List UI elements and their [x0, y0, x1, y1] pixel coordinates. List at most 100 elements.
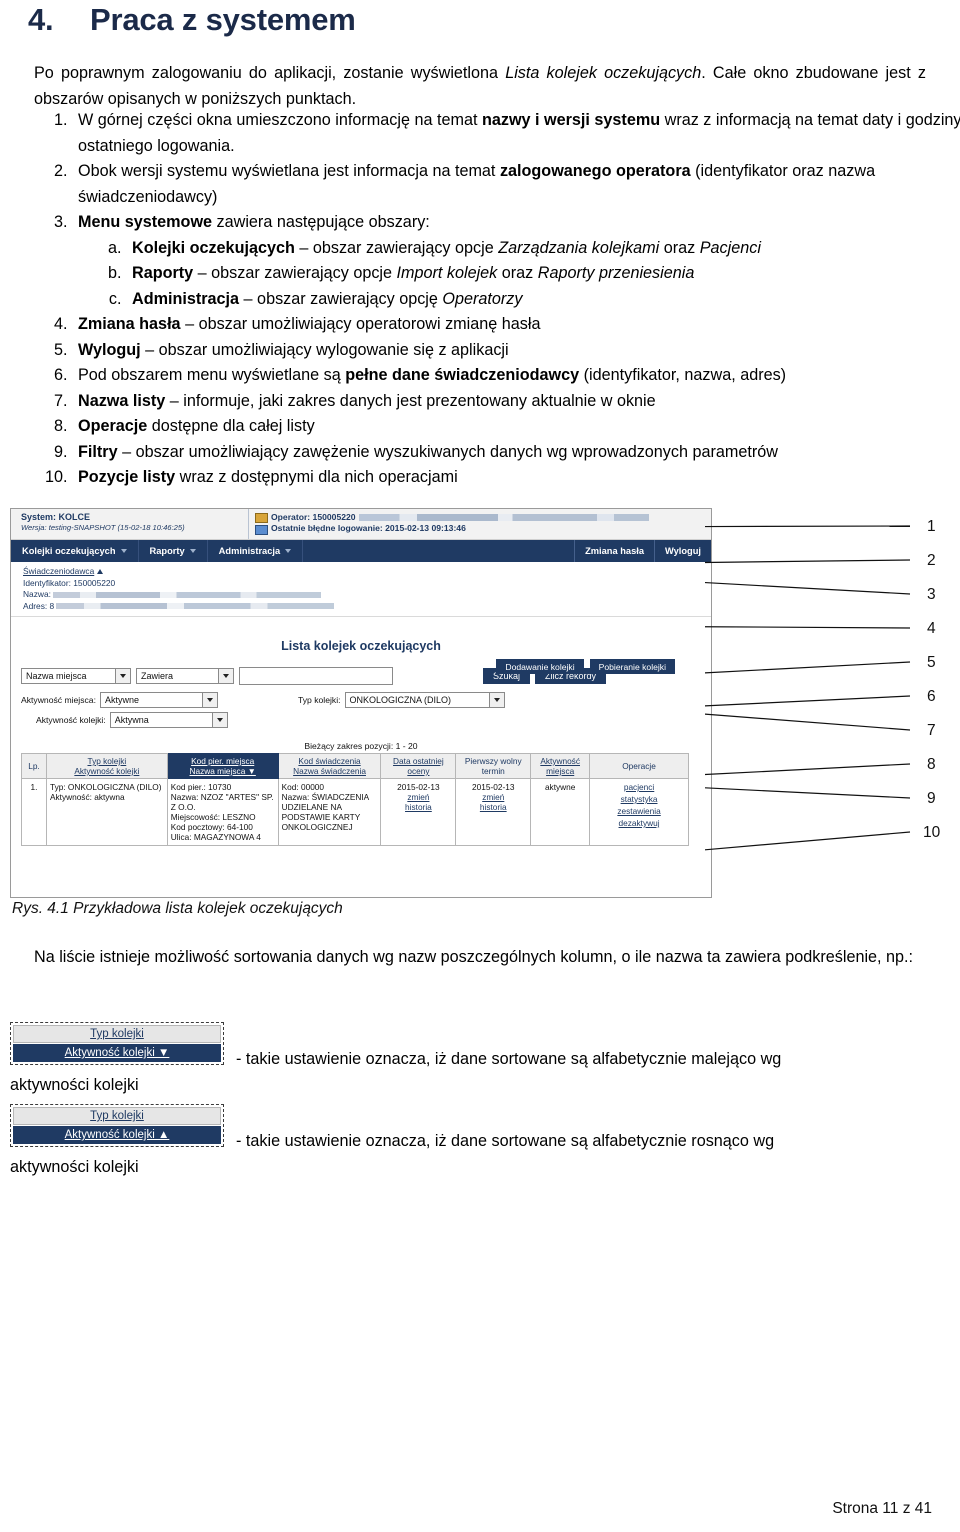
place-activity-filter: Aktywność miejsca: Aktywne Typ kolejki: …: [21, 692, 711, 708]
place-activity-select[interactable]: Aktywne: [99, 692, 218, 708]
column-header-service[interactable]: Kod świadczenia Nazwa świadczenia: [277, 753, 382, 779]
queue-type-select[interactable]: ONKOLOGICZNA (DILO): [344, 692, 505, 708]
sort-box-row-type[interactable]: Typ kolejki: [13, 1025, 221, 1043]
last-failed-login: Ostatnie błędne logowanie: 2015-02-13 09…: [271, 523, 466, 533]
filter-value-input[interactable]: [239, 667, 393, 685]
summaries-link[interactable]: zestawienia: [593, 806, 685, 816]
change-link[interactable]: zmień: [384, 792, 452, 802]
sorting-intro: Na liście istnieje możliwość sortowania …: [34, 948, 914, 966]
sort-ascending-text: - takie ustawienie oznacza, iż dane sort…: [236, 1132, 775, 1150]
list-item: Kolejki oczekujących – obszar zawierając…: [126, 236, 960, 262]
column-header-place-activity[interactable]: Aktywność miejsca: [530, 753, 591, 779]
sort-box-row-activity[interactable]: Aktywność kolejki ▲: [13, 1126, 221, 1144]
redacted-provider-name: [52, 591, 321, 598]
history-link[interactable]: historia: [384, 802, 452, 812]
statistics-link[interactable]: statystyka: [593, 794, 685, 804]
list-item: Obok wersji systemu wyświetlana jest inf…: [72, 159, 960, 210]
range-label: Bieżący zakres pozycji: 1 - 20: [304, 741, 418, 751]
callout-number-1: 1: [927, 518, 936, 535]
sort-header-box: Typ kolejki Aktywność kolejki ▲: [10, 1104, 224, 1147]
chevron-down-icon: [115, 669, 130, 683]
change-link[interactable]: zmień: [459, 792, 527, 802]
document-page: 4. Praca z systemem Po poprawnym zalogowa…: [0, 0, 960, 1532]
sort-box-row-activity[interactable]: Aktywność kolejki ▼: [13, 1044, 221, 1062]
redacted-provider-address: [56, 603, 335, 610]
page-title: 4. Praca z systemem: [28, 2, 356, 38]
queue-activity-select[interactable]: Aktywna: [109, 712, 228, 728]
list-item: Administracja – obszar zawierający opcję…: [126, 287, 960, 313]
menu-item-raporty[interactable]: Raporty: [139, 540, 208, 562]
download-queue-button[interactable]: Pobieranie kolejki: [589, 659, 675, 674]
operator-icon: [255, 513, 268, 535]
menu-item-label: Raporty: [149, 546, 185, 556]
patients-link[interactable]: pacjenci: [593, 782, 685, 792]
sort-header-box: Typ kolejki Aktywność kolejki ▼: [10, 1022, 224, 1065]
queue-activity-label: Aktywność kolejki:: [36, 715, 106, 725]
page-footer: Strona 11 z 41: [832, 1500, 932, 1517]
table-header-row: Lp. Typ kolejki Aktywność kolejki Kod pie…: [21, 753, 689, 779]
provider-title[interactable]: Świadczeniodawca: [23, 566, 94, 576]
sort-descending-tail: aktywności kolejki: [10, 1076, 139, 1094]
callout-lines: [705, 525, 911, 851]
chapter-title: Praca z systemem: [90, 2, 356, 37]
chevron-down-icon: [201, 693, 217, 707]
queue-table: Lp. Typ kolejki Aktywność kolejki Kod pie…: [21, 753, 689, 846]
intro-text-a: Po poprawnym zalogowaniu do aplikacji, z…: [34, 64, 506, 82]
cell-place-activity: aktywne: [530, 778, 591, 846]
cell-queue-type: Typ: ONKOLOGICZNA (DILO) Aktywność: akty…: [45, 778, 168, 846]
figure-caption: Rys. 4.1 Przykładowa lista kolejek oczek…: [12, 900, 343, 917]
menu-item-zmiana-hasla[interactable]: Zmiana hasła: [574, 540, 654, 562]
intro-paragraph: Po poprawnym zalogowaniu do aplikacji, z…: [34, 60, 926, 112]
menu-item-label: Administracja: [218, 546, 281, 556]
menu-item-wyloguj[interactable]: Wyloguj: [654, 540, 711, 562]
menu-item-label: Kolejki oczekujących: [22, 546, 116, 556]
list-title: Lista kolejek oczekujących: [281, 639, 441, 653]
column-header-lp: Lp.: [21, 753, 47, 779]
feature-list: W górnej części okna umieszczono informa…: [34, 108, 960, 491]
system-version: Wersja: testing-SNAPSHOT (15-02-18 10:46…: [21, 523, 185, 532]
menu-item-kolejki-oczekujacych[interactable]: Kolejki oczekujących: [11, 540, 139, 562]
list-item: Menu systemowe zawiera następujące obsza…: [72, 210, 960, 312]
provider-address-label: Adres: 8: [23, 600, 55, 611]
list-item: Pod obszarem menu wyświetlane są pełne d…: [72, 363, 960, 389]
column-header-last-eval[interactable]: Data ostatniej oceny: [380, 753, 457, 779]
filter-operator-select[interactable]: Zawiera: [136, 668, 234, 684]
list-operations: Dodawanie kolejki Pobieranie kolejki: [496, 659, 675, 674]
deactivate-link[interactable]: dezaktywuj: [593, 818, 685, 828]
intro-text-italic: Lista kolejek oczekujących: [505, 64, 702, 82]
column-header-queue-type[interactable]: Typ kolejki Aktywność kolejki: [45, 753, 168, 779]
triangle-up-icon: [97, 569, 104, 574]
callout-number-10: 10: [923, 824, 941, 841]
callout-number-6: 6: [927, 688, 936, 705]
callout-annotations: 1 2 3 4 5 6 7 8 9 10: [705, 508, 960, 908]
menu-item-administracja[interactable]: Administracja: [208, 540, 304, 562]
column-header-operations: Operacje: [589, 753, 689, 779]
system-name: System: KOLCE: [21, 512, 91, 522]
cell-last-eval: 2015-02-13 zmień historia: [380, 778, 457, 846]
column-header-place[interactable]: Kod pier. miejsca Nazwa miejsca ▼: [166, 753, 279, 779]
callout-number-5: 5: [927, 654, 936, 671]
sort-box-row-type[interactable]: Typ kolejki: [13, 1107, 221, 1125]
app-menu-bar: Kolejki oczekujących Raporty Administrac…: [11, 540, 711, 562]
provider-identifier: Identyfikator: 150005220: [23, 577, 116, 588]
chevron-down-icon: [218, 669, 233, 683]
column-header-first-free: Pierwszy wolny termin: [455, 753, 532, 779]
sort-ascending-tail: aktywności kolejki: [10, 1158, 139, 1176]
menu-spacer: [303, 540, 574, 562]
chevron-down-icon: [488, 693, 504, 707]
system-info: System: KOLCE Wersja: testing-SNAPSHOT (…: [11, 509, 249, 539]
add-queue-button[interactable]: Dodawanie kolejki: [496, 659, 584, 674]
chapter-number: 4.: [28, 2, 54, 37]
history-link[interactable]: historia: [459, 802, 527, 812]
list-item: Nazwa listy – informuje, jaki zakres dan…: [72, 389, 960, 415]
chevron-down-icon: [120, 549, 127, 553]
callout-number-9: 9: [927, 790, 936, 807]
place-activity-label: Aktywność miejsca:: [21, 695, 96, 705]
list-item: Raporty – obszar zawierający opcje Impor…: [126, 261, 960, 287]
callout-number-2: 2: [927, 552, 936, 569]
list-item: Filtry – obszar umożliwiający zawężenie …: [72, 440, 960, 466]
list-item: Pozycje listy wraz z dostępnymi dla nich…: [72, 465, 960, 491]
cell-lp: 1.: [21, 778, 47, 846]
callout-number-4: 4: [927, 620, 936, 637]
filter-field-select[interactable]: Nazwa miejsca: [21, 668, 131, 684]
